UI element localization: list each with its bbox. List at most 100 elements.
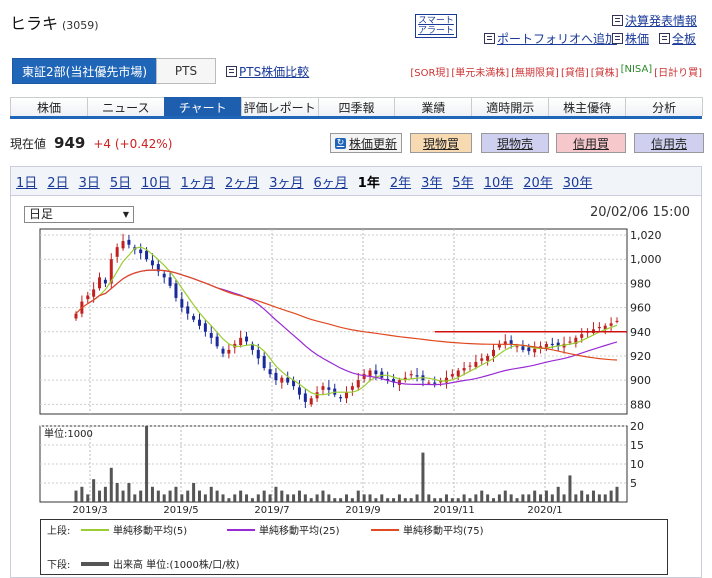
- volume-bar: [474, 494, 478, 502]
- volume-swatch: [81, 561, 109, 566]
- volume-bar: [345, 494, 348, 502]
- legend-ma5: 単純移動平均(5): [81, 522, 187, 537]
- legend-volume-text: 出来高 単位:(1000株/口/枚): [113, 560, 240, 571]
- candle-body: [239, 337, 243, 346]
- volume-bar: [568, 475, 572, 502]
- price-tick-label: 1,000: [630, 253, 662, 266]
- candle-body: [356, 380, 360, 388]
- volume-bar: [356, 490, 360, 502]
- volume-bar: [274, 486, 278, 502]
- volume-bar: [480, 490, 484, 502]
- volume-bar: [409, 498, 413, 502]
- candle-body: [368, 370, 372, 377]
- legend-volume: 出来高 単位:(1000株/口/枚): [81, 556, 240, 571]
- volume-bar: [139, 490, 143, 502]
- x-tick-label: 2019/3: [72, 505, 107, 516]
- candle-body: [145, 250, 149, 260]
- volume-bar: [109, 467, 113, 502]
- price-tick-label: 1,020: [630, 229, 662, 242]
- volume-bar: [527, 494, 531, 502]
- volume-bar: [450, 498, 454, 502]
- volume-bar: [103, 486, 107, 502]
- volume-bar: [574, 494, 578, 502]
- volume-bar: [456, 498, 460, 502]
- volume-bar: [462, 494, 466, 502]
- candle-body: [444, 377, 448, 383]
- chart-legend: 上段: 単純移動平均(5) 単純移動平均(25) 単純移動平均(75) 下段: …: [40, 519, 668, 575]
- candle-body: [139, 249, 143, 254]
- volume-bar: [427, 494, 431, 502]
- volume-bar: [421, 452, 425, 502]
- volume-bar: [256, 494, 260, 502]
- candle-body: [462, 368, 466, 371]
- candle-body: [609, 323, 613, 326]
- volume-bar: [92, 479, 96, 502]
- x-tick-label: 2019/5: [163, 505, 198, 516]
- candle-body: [209, 332, 213, 338]
- candle-body: [150, 260, 154, 266]
- legend-ma25: 単純移動平均(25): [227, 522, 340, 537]
- candle-body: [339, 397, 343, 399]
- volume-bar: [145, 426, 149, 502]
- candle-body: [245, 336, 249, 342]
- candle-body: [521, 346, 525, 350]
- candle-body: [615, 320, 619, 322]
- volume-bar: [280, 490, 284, 502]
- candle-body: [321, 386, 325, 390]
- x-tick-label: 2019/7: [254, 505, 289, 516]
- volume-bar: [215, 490, 219, 502]
- volume-bar: [315, 494, 319, 502]
- volume-bar: [368, 494, 372, 502]
- volume-bar: [321, 490, 325, 502]
- volume-bar: [562, 494, 566, 502]
- volume-axis-label: 単位:1000: [44, 427, 93, 440]
- candle-body: [227, 349, 231, 354]
- volume-bar: [197, 490, 201, 502]
- candle-body: [362, 374, 366, 379]
- volume-bar: [309, 498, 313, 502]
- legend-ma5-text: 単純移動平均(5): [113, 526, 188, 537]
- volume-bar: [468, 498, 472, 502]
- volume-bar: [74, 490, 78, 502]
- volume-bar: [609, 490, 613, 502]
- candle-body: [309, 398, 313, 405]
- candle-body: [168, 277, 172, 286]
- candle-body: [280, 377, 284, 383]
- volume-bar: [392, 498, 396, 502]
- candle-body: [180, 299, 184, 308]
- volume-bar: [133, 494, 137, 502]
- volume-bar: [497, 494, 501, 502]
- volume-bar: [539, 494, 543, 502]
- candle-body: [103, 279, 107, 284]
- volume-bar: [127, 483, 131, 502]
- candle-body: [527, 347, 531, 352]
- volume-bar: [509, 494, 513, 502]
- legend-upper-label: 上段:: [47, 526, 71, 537]
- candle-body: [121, 241, 125, 249]
- candle-body: [415, 375, 419, 377]
- volume-bar: [162, 494, 166, 502]
- volume-bar: [233, 494, 237, 502]
- candle-body: [192, 316, 196, 320]
- legend-ma25-text: 単純移動平均(25): [259, 526, 340, 537]
- volume-bar: [268, 494, 272, 502]
- candle-body: [98, 277, 102, 289]
- legend-lower-label: 下段:: [47, 560, 71, 571]
- candle-body: [427, 382, 431, 384]
- volume-bar: [521, 494, 525, 502]
- price-tick-label: 960: [630, 302, 651, 315]
- legend-ma75: 単純移動平均(75): [371, 522, 484, 537]
- volume-tick-label: 10: [630, 458, 644, 471]
- volume-bar: [439, 498, 443, 502]
- candle-body: [433, 382, 437, 384]
- volume-bar: [533, 490, 537, 502]
- volume-bar: [603, 494, 607, 502]
- volume-bar: [544, 490, 548, 502]
- volume-bar: [186, 490, 190, 502]
- volume-bar: [556, 486, 560, 502]
- volume-bar: [168, 490, 172, 502]
- candle-body: [350, 386, 354, 390]
- candle-body: [474, 362, 478, 367]
- volume-bar: [150, 486, 154, 502]
- candle-body: [127, 239, 131, 245]
